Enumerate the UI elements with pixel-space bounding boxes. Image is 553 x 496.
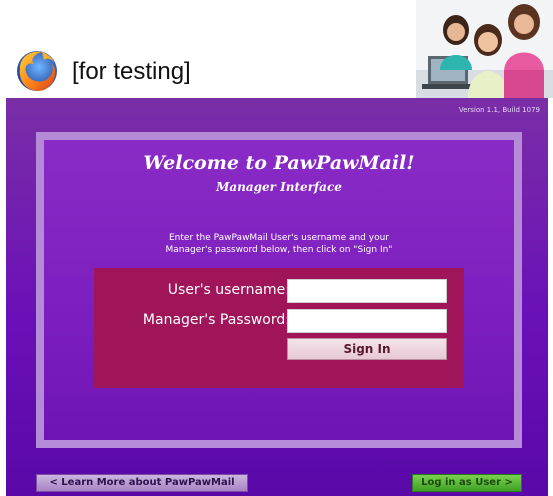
welcome-title: Welcome to PawPawMail! <box>143 152 415 174</box>
testing-label: [for testing] <box>72 58 191 85</box>
instructions: Enter the PawPawMail User's username and… <box>44 232 514 256</box>
sign-in-button[interactable]: Sign In <box>287 338 447 360</box>
learn-more-button[interactable]: < Learn More about PawPawMail <box>36 474 248 492</box>
page: [for testing] Version 1.1, Build 1079 We… <box>0 0 553 496</box>
login-frame: Welcome to PawPawMail! Manager Interface… <box>36 132 522 448</box>
version-label: Version 1.1, Build 1079 <box>458 106 540 114</box>
login-form: User's username: Manager's Password: Sig… <box>94 268 464 388</box>
firefox-logo-icon <box>14 48 60 94</box>
login-frame-inner: Welcome to PawPawMail! Manager Interface… <box>44 140 514 440</box>
header: [for testing] <box>0 0 553 98</box>
log-in-as-user-button[interactable]: Log in as User > <box>412 474 522 492</box>
welcome-subtitle: Manager Interface <box>216 180 342 194</box>
username-input[interactable] <box>287 279 447 303</box>
instructions-line-1: Enter the PawPawMail User's username and… <box>168 233 389 243</box>
password-label: Manager's Password: <box>142 312 290 328</box>
instructions-line-2: Manager's password below, then click on … <box>165 245 393 255</box>
header-photo <box>416 0 553 98</box>
username-label: User's username: <box>167 282 290 298</box>
password-input[interactable] <box>287 309 447 333</box>
main-panel: Version 1.1, Build 1079 Welcome to PawPa… <box>6 98 548 496</box>
